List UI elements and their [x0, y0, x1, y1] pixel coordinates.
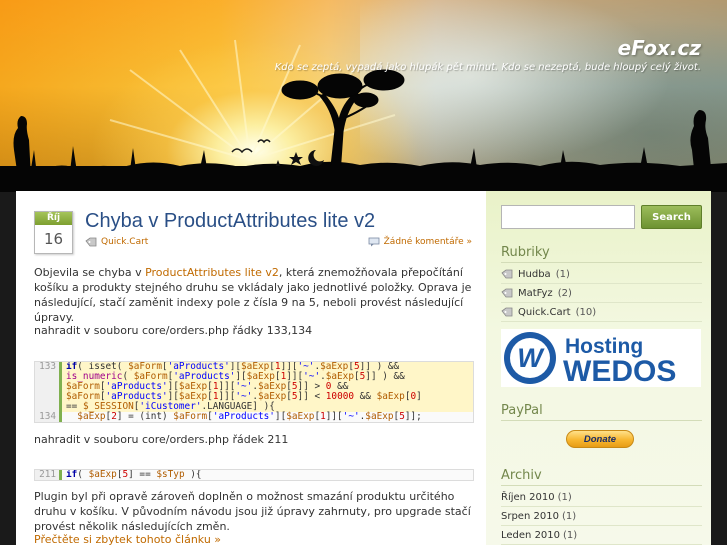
header-landscape-illustration [0, 39, 727, 192]
categories-list: Hudba (1) MatFyz (2) Quick.Cart (10) [501, 265, 702, 322]
tag-icon [501, 269, 513, 279]
post-date-month: Říj [35, 212, 72, 225]
tree-silhouette [281, 69, 405, 176]
tag-icon [85, 237, 97, 247]
svg-text:W: W [517, 343, 545, 373]
post-comments-link[interactable]: Žádné komentáře » [384, 237, 472, 247]
wedos-hosting-banner[interactable]: W Hosting WEDOS [501, 329, 701, 387]
post-date-day: 16 [43, 230, 64, 248]
search-input[interactable] [501, 205, 635, 229]
read-more-link[interactable]: Přečtěte si zbytek tohoto článku » [34, 533, 221, 545]
paypal-heading: PayPal [501, 403, 702, 421]
productattributes-link[interactable]: ProductAttributes lite v2 [145, 266, 279, 279]
post-intro-paragraph: Objevila se chyba v ProductAttributes li… [34, 266, 472, 324]
archive-item[interactable]: Leden 2010 (1) [501, 526, 702, 545]
post-category-link[interactable]: Quick.Cart [101, 237, 148, 247]
post-comments: Žádné komentáře » [368, 237, 472, 247]
post-date-badge: Říj 16 [34, 211, 73, 254]
category-item[interactable]: Quick.Cart (10) [501, 303, 702, 322]
category-item[interactable]: Hudba (1) [501, 265, 702, 284]
ground-strip [0, 166, 727, 192]
category-item[interactable]: MatFyz (2) [501, 284, 702, 303]
tag-icon [501, 307, 513, 317]
code-block-1[interactable]: 133 if( isset( $aForm['aProducts'][$aExp[… [34, 361, 474, 423]
wedos-logo-icon: W Hosting WEDOS [504, 332, 676, 387]
site-title[interactable]: eFox.cz [618, 36, 701, 60]
content-frame: Říj 16 Chyba v ProductAttributes lite v2… [16, 191, 711, 545]
main-content: Říj 16 Chyba v ProductAttributes lite v2… [16, 191, 486, 545]
svg-text:WEDOS: WEDOS [563, 355, 676, 387]
post-category: Quick.Cart [85, 237, 148, 247]
archive-item[interactable]: Říjen 2010 (1) [501, 488, 702, 507]
search-button[interactable]: Search [641, 205, 702, 229]
comment-icon [368, 237, 380, 247]
post-outro-paragraph: Plugin byl při opravě zároveň doplněn o … [34, 490, 471, 533]
code-block-2[interactable]: 211 if( $aExp[5] == $sTyp ){ [34, 469, 474, 481]
sidebar: Search Rubriky Hudba (1) MatFyz (2) Quick.… [486, 191, 711, 545]
site-tagline: Kdo se zeptá, vypadá jako hlupák pět min… [274, 62, 701, 73]
archive-item[interactable]: Srpen 2010 (1) [501, 507, 702, 526]
replace-instruction-2: nahradit v souboru core/orders.php řádek… [34, 433, 289, 446]
archive-list: Říjen 2010 (1) Srpen 2010 (1) Leden 2010 (1… [501, 488, 702, 545]
post-title-link[interactable]: Chyba v ProductAttributes lite v2 [85, 210, 375, 233]
archive-heading: Archiv [501, 468, 702, 486]
paypal-donate-button[interactable]: Donate [566, 430, 634, 448]
tag-icon [501, 288, 513, 298]
moon-icon [308, 150, 324, 166]
categories-heading: Rubriky [501, 245, 702, 263]
site-header: eFox.cz Kdo se zeptá, vypadá jako hlupák… [0, 0, 727, 192]
replace-instruction-1: nahradit v souboru core/orders.php řádky… [34, 324, 313, 337]
